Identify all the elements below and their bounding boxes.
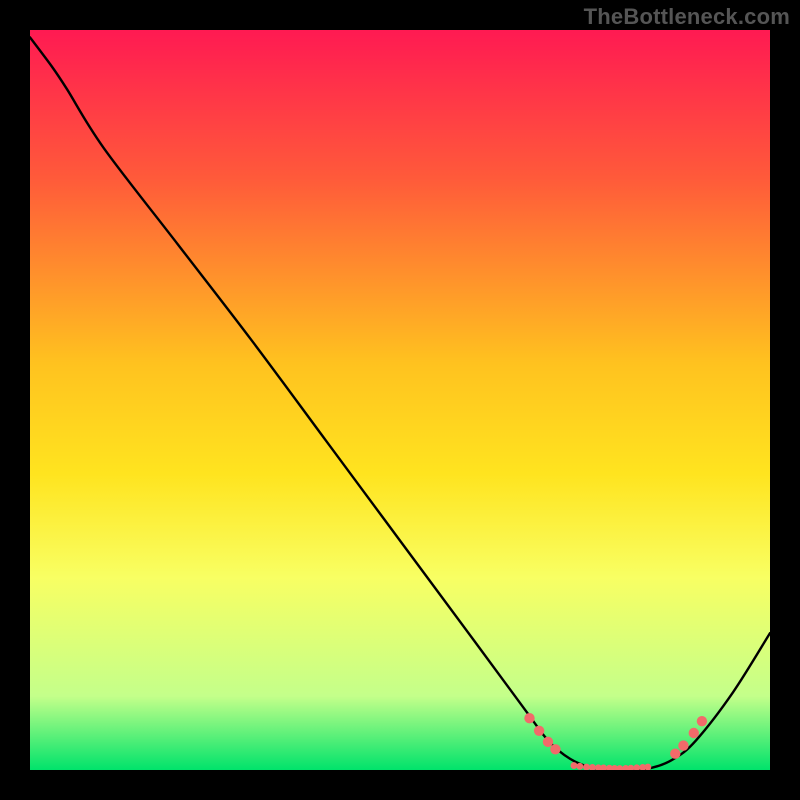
gradient-background <box>30 30 770 770</box>
data-marker <box>576 763 583 770</box>
data-marker <box>550 744 560 754</box>
data-marker <box>543 737 553 747</box>
chart-svg <box>30 30 770 770</box>
data-marker <box>678 740 688 750</box>
data-marker <box>697 716 707 726</box>
data-marker <box>670 749 680 759</box>
data-marker <box>534 726 544 736</box>
chart-plot-area <box>30 30 770 770</box>
chart-stage: TheBottleneck.com <box>0 0 800 800</box>
data-marker <box>689 728 699 738</box>
watermark-text: TheBottleneck.com <box>584 4 790 30</box>
data-marker <box>524 713 534 723</box>
data-marker <box>571 762 578 769</box>
